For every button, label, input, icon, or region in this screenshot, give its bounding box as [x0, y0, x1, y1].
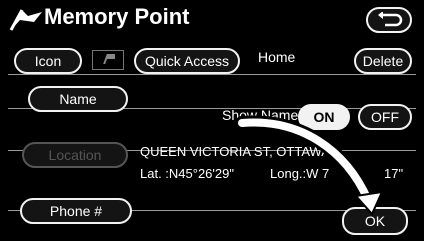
- icon-button[interactable]: Icon: [14, 48, 82, 74]
- back-button[interactable]: [366, 7, 412, 33]
- phone-button[interactable]: Phone #: [20, 198, 132, 224]
- phone-label: Phone #: [49, 203, 103, 219]
- longitude-text: Long.:W 7: [270, 166, 330, 181]
- show-name-off-button[interactable]: OFF: [358, 104, 412, 130]
- delete-label: Delete: [362, 53, 404, 69]
- memory-point-screen: Memory Point Icon Quick Access Home Dele…: [0, 0, 424, 241]
- flag-icon: [9, 9, 42, 31]
- show-name-on-button[interactable]: ON: [298, 104, 350, 130]
- separator-row1: [8, 74, 416, 75]
- ok-button[interactable]: OK: [342, 207, 408, 235]
- off-label: OFF: [371, 109, 399, 125]
- location-label: Location: [48, 147, 102, 163]
- memory-icon-preview: [92, 50, 124, 70]
- delete-button[interactable]: Delete: [354, 48, 412, 74]
- location-button[interactable]: Location: [22, 142, 128, 168]
- latitude-text: Lat. :N45°26'29": [140, 166, 234, 181]
- name-button-label: Name: [59, 91, 97, 107]
- ok-label: OK: [364, 213, 386, 229]
- return-arrow-icon: [378, 12, 403, 27]
- longitude-tail-text: 17": [384, 166, 404, 181]
- on-label: ON: [313, 109, 335, 125]
- page-title: Memory Point: [44, 4, 190, 29]
- address-text: QUEEN VICTORIA ST, OTTAWA,: [140, 144, 334, 159]
- name-button[interactable]: Name: [28, 86, 128, 112]
- memory-point-name-value: Home: [258, 49, 296, 65]
- icon-button-label: Icon: [34, 53, 62, 69]
- quick-access-button[interactable]: Quick Access: [134, 48, 240, 74]
- quick-access-label: Quick Access: [144, 53, 230, 69]
- show-name-label: Show Name: [222, 107, 299, 123]
